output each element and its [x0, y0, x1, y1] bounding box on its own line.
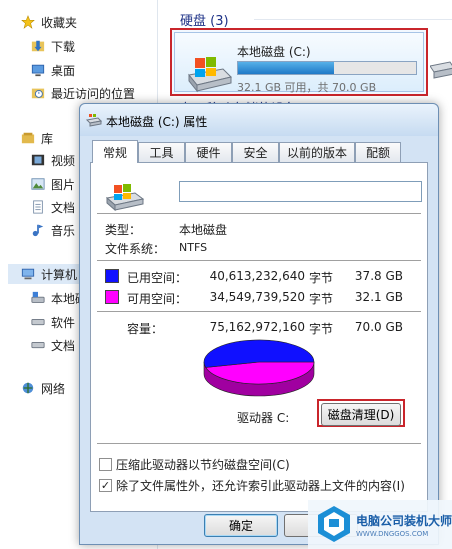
watermark: 电脑公司装机大师 WWW.DNGGOS.COM [308, 500, 452, 549]
free-space-size: 32.1 GB [354, 290, 403, 304]
star-icon [21, 15, 35, 29]
used-space-size: 37.8 GB [354, 269, 403, 283]
local-disk-icon [31, 291, 45, 303]
watermark-logo-icon [318, 506, 350, 542]
nav-item-label: 库 [41, 131, 54, 146]
general-tab-panel: 类型： 本地磁盘 文件系统： NTFS 已用空间： 40,613,232,640… [90, 162, 428, 512]
tab-general[interactable]: 常规 [92, 140, 138, 163]
video-icon [31, 154, 45, 166]
drive-usage-bar [237, 61, 417, 75]
heading-divider [254, 19, 452, 20]
free-space-swatch [105, 290, 119, 304]
dialog-title: 本地磁盘 (C:) 属性 [106, 115, 208, 129]
index-label: 除了文件属性外，还允许索引此驱动器上文件的内容(I) [116, 479, 405, 493]
tab-tools[interactable]: 工具 [138, 142, 185, 162]
nav-item-network[interactable]: 网络 [20, 378, 65, 398]
separator [97, 260, 421, 261]
music-icon [32, 224, 44, 237]
nav-item-label: 最近访问的位置 [51, 86, 136, 101]
nav-item-downloads[interactable]: 下载 [30, 36, 75, 56]
nav-item-label: 收藏夹 [41, 15, 78, 30]
separator [97, 213, 421, 214]
drive-label-input[interactable] [179, 181, 422, 202]
nav-item-documents[interactable]: 文档 [30, 197, 75, 217]
compress-label: 压缩此驱动器以节约磁盘空间(C) [116, 458, 290, 472]
drive-name: 本地磁盘 (C:) [237, 45, 311, 59]
compress-option[interactable]: 压缩此驱动器以节约磁盘空间(C) [99, 456, 290, 473]
free-space-bytes: 34,549,739,520 [209, 290, 305, 304]
watermark-url: WWW.DNGGOS.COM [356, 530, 429, 538]
drive-tile-inner: 本地磁盘 (C:) 32.1 GB 可用，共 70.0 GB [174, 32, 424, 94]
type-label: 类型： [105, 223, 142, 237]
index-option[interactable]: ✓ 除了文件属性外，还允许索引此驱动器上文件的内容(I) [99, 477, 405, 494]
capacity-label: 容量： [127, 322, 164, 336]
properties-dialog: 本地磁盘 (C:) 属性 常规 工具 硬件 安全 以前的版本 配额 类型： 本地… [79, 103, 439, 545]
used-space-label: 已用空间： [127, 271, 188, 285]
type-value: 本地磁盘 [179, 223, 228, 237]
drive-icon [430, 61, 452, 79]
download-folder-icon [31, 40, 45, 52]
tab-security[interactable]: 安全 [232, 142, 279, 162]
nav-item-label: 下载 [51, 39, 76, 54]
capacity-unit: 字节 [309, 322, 334, 336]
tab-quota[interactable]: 配额 [355, 142, 401, 162]
nav-item-videos[interactable]: 视频 [30, 150, 75, 170]
computer-icon [21, 268, 35, 280]
desktop-icon [31, 64, 45, 77]
free-space-label: 可用空间： [127, 292, 188, 306]
drive-letter-label: 驱动器 C: [237, 411, 290, 425]
nav-item-libraries[interactable]: 库 [20, 128, 53, 148]
nav-item-label: 视频 [51, 153, 76, 168]
local-disk-icon [86, 114, 102, 127]
separator [97, 311, 421, 312]
filesystem-label: 文件系统： [105, 242, 166, 256]
nav-item-drive-software[interactable]: 软件 [30, 312, 75, 332]
nav-item-pictures[interactable]: 图片 [30, 174, 75, 194]
library-icon [21, 132, 35, 144]
drive-icon [31, 318, 45, 326]
capacity-size: 70.0 GB [354, 320, 403, 334]
compress-checkbox[interactable] [99, 458, 112, 471]
filesystem-value: NTFS [179, 241, 208, 254]
nav-item-label: 软件 [51, 315, 76, 330]
local-disk-icon [105, 184, 145, 212]
index-checkbox[interactable]: ✓ [99, 479, 112, 492]
nav-item-music[interactable]: 音乐 [30, 220, 75, 240]
capacity-bytes: 75,162,972,160 [209, 320, 305, 334]
nav-item-label: 网络 [41, 381, 66, 396]
recent-places-icon [31, 88, 45, 99]
nav-item-label: 文档 [51, 200, 76, 215]
tab-previous-versions[interactable]: 以前的版本 [279, 142, 355, 162]
local-disk-icon [188, 57, 232, 93]
nav-item-desktop[interactable]: 桌面 [30, 60, 75, 80]
nav-item-label: 计算机 [41, 267, 78, 282]
drive-usage-fill [238, 62, 335, 74]
nav-item-favorites[interactable]: 收藏夹 [20, 12, 77, 32]
drive-free-space: 32.1 GB 可用，共 70.0 GB [237, 81, 377, 94]
nav-item-label: 音乐 [51, 223, 76, 238]
drive-icon [31, 341, 45, 349]
used-space-bytes: 40,613,232,640 [209, 269, 305, 283]
used-space-unit: 字节 [309, 271, 334, 285]
ok-button[interactable]: 确定 [204, 514, 278, 537]
separator [97, 443, 421, 444]
nav-item-label: 图片 [51, 177, 76, 192]
hard-disks-heading[interactable]: 硬盘 (3) [180, 10, 229, 29]
dialog-titlebar[interactable]: 本地磁盘 (C:) 属性 [80, 104, 438, 136]
free-space-unit: 字节 [309, 292, 334, 306]
disk-cleanup-button[interactable]: 磁盘清理(D) [321, 403, 401, 426]
nav-item-label: 桌面 [51, 63, 76, 78]
tab-hardware[interactable]: 硬件 [185, 142, 232, 162]
drive-c-tile[interactable]: 本地磁盘 (C:) 32.1 GB 可用，共 70.0 GB [170, 28, 428, 96]
network-icon [22, 382, 34, 394]
disk-usage-pie [203, 339, 315, 397]
pictures-icon [31, 178, 45, 190]
documents-icon [33, 200, 43, 214]
used-space-swatch [105, 269, 119, 283]
nav-item-label: 文档 [51, 338, 76, 353]
nav-item-recent-places[interactable]: 最近访问的位置 [30, 83, 135, 103]
watermark-text: 电脑公司装机大师 [356, 514, 452, 528]
nav-item-drive-documents[interactable]: 文档 [30, 335, 75, 355]
